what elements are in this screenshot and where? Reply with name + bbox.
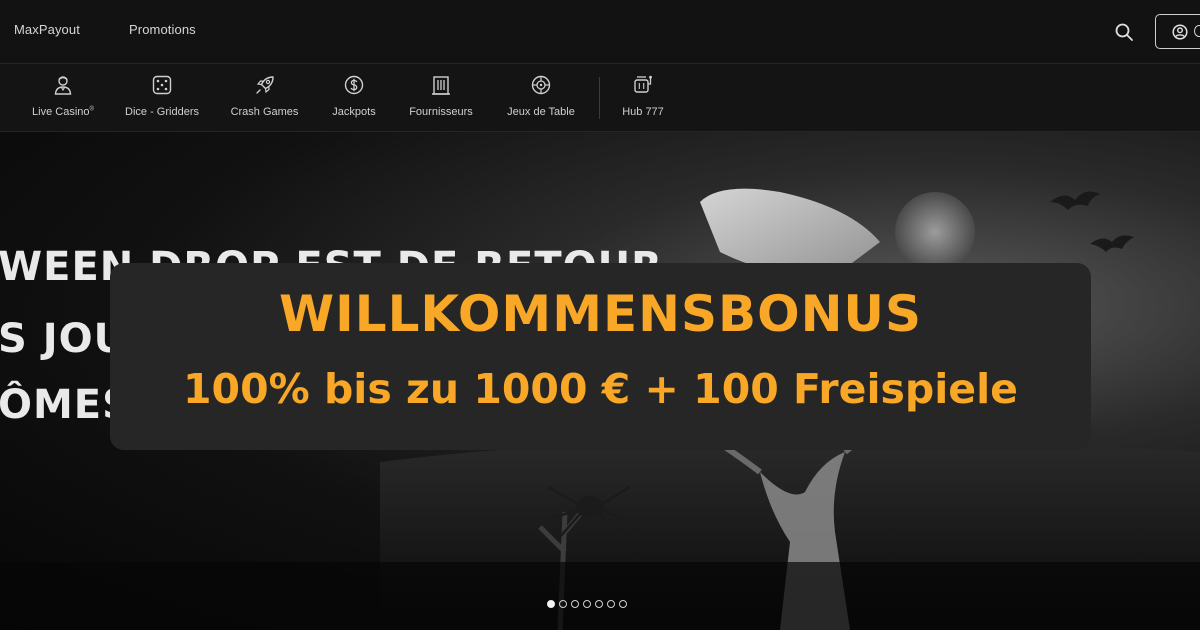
carousel-pagination: [547, 600, 627, 612]
category-item-jackpots[interactable]: Jackpots: [324, 64, 384, 131]
nav-link-maxpayout[interactable]: MaxPayout: [14, 22, 80, 37]
carousel-dot[interactable]: [559, 600, 567, 608]
category-item-jeux-de-table[interactable]: Jeux de Table: [498, 64, 584, 131]
dollar-coin-icon: [344, 75, 364, 95]
category-divider: [599, 77, 600, 119]
page: MaxPayout Promotions s: [0, 0, 1200, 630]
category-label: Fournisseurs: [409, 106, 473, 118]
carousel-dot[interactable]: [583, 600, 591, 608]
carousel-dot[interactable]: [547, 600, 555, 608]
carousel-dot[interactable]: [595, 600, 603, 608]
carousel-dot[interactable]: [619, 600, 627, 608]
category-label: Hub 777: [622, 106, 664, 118]
category-label: Live Casino®: [32, 106, 94, 118]
category-label: Jackpots: [332, 106, 376, 118]
top-navigation-bar: MaxPayout Promotions: [0, 0, 1200, 64]
building-icon: [432, 76, 450, 95]
category-label: Crash Games: [230, 106, 299, 118]
category-item-fournisseurs[interactable]: Fournisseurs: [402, 64, 480, 131]
category-label: Dice - Gridders: [125, 106, 199, 118]
account-label-glyph: [1194, 25, 1200, 37]
category-label: Jeux de Table: [507, 106, 575, 118]
category-item-dice-gridders[interactable]: Dice - Gridders: [116, 64, 208, 131]
search-icon: [1115, 23, 1133, 41]
bonus-title: WILLKOMMENSBONUS: [278, 285, 923, 343]
category-item-partial[interactable]: s: [0, 64, 10, 131]
category-label: s: [0, 106, 10, 118]
rocket-icon: [255, 76, 274, 94]
user-circle-icon: [1172, 24, 1188, 40]
category-item-crash-games[interactable]: Crash Games: [222, 64, 307, 131]
carousel-dot[interactable]: [607, 600, 615, 608]
dealer-icon: [54, 76, 72, 95]
carousel-dot[interactable]: [571, 600, 579, 608]
slot-machine-icon: [634, 75, 652, 93]
category-item-hub-777[interactable]: Hub 777: [614, 64, 672, 131]
welcome-bonus-banner[interactable]: WILLKOMMENSBONUS 100% bis zu 1000 € + 10…: [110, 263, 1091, 450]
bonus-offer-text: 100% bis zu 1000 € + 100 Freispiele: [183, 365, 1018, 413]
category-bar: s Live Casino® Dice - Gridders: [0, 64, 1200, 132]
roulette-icon: [531, 75, 551, 95]
hero-headline-line: S JOU: [0, 316, 128, 362]
category-item-live-casino[interactable]: Live Casino®: [24, 64, 102, 131]
search-button[interactable]: [1112, 20, 1136, 44]
nav-link-promotions[interactable]: Promotions: [129, 22, 196, 37]
dice-icon: [152, 75, 172, 95]
account-button[interactable]: [1155, 14, 1200, 49]
